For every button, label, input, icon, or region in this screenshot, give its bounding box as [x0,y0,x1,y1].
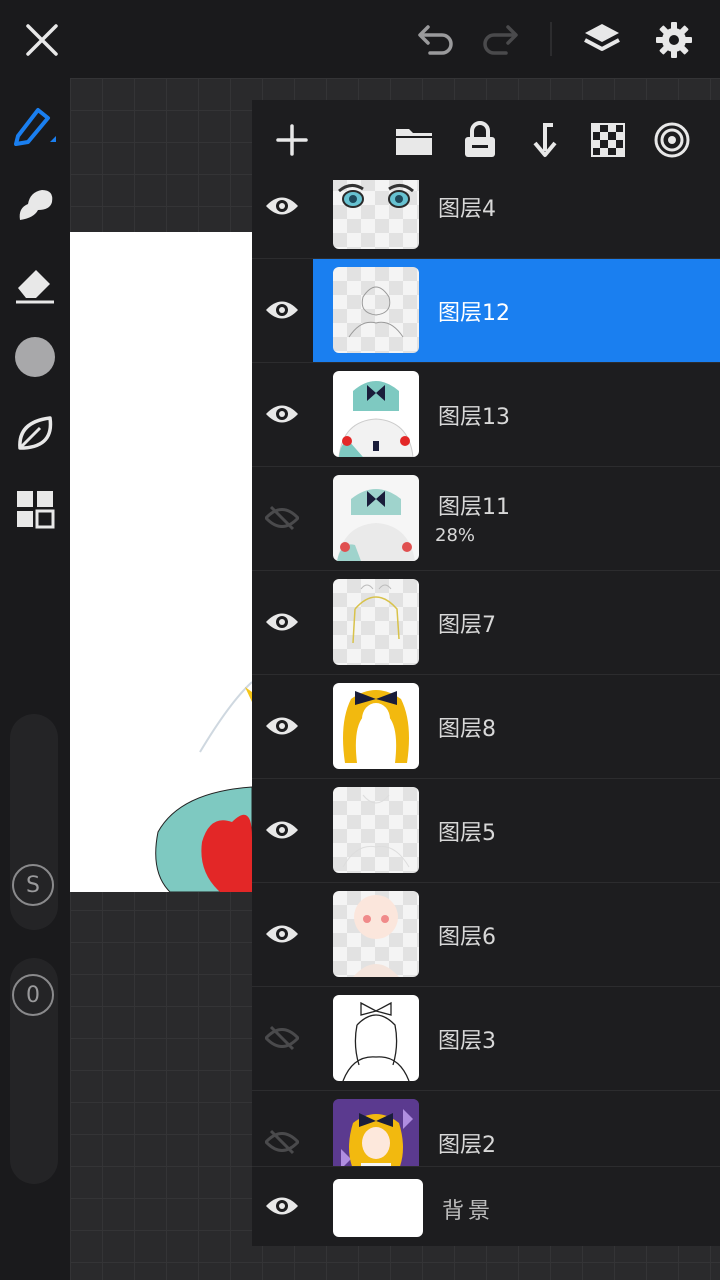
eye-hidden-icon[interactable] [262,1013,302,1063]
pen-tool-icon[interactable] [10,100,60,150]
layer-name: 图层12 [438,301,510,326]
layer-row[interactable]: 图层8 [252,674,720,778]
background-thumbnail [333,1179,423,1237]
eye-icon[interactable] [262,701,302,751]
blend-mode-icon[interactable] [650,118,694,162]
layer-thumbnail [333,475,419,561]
close-icon[interactable] [16,14,68,66]
layer-name: 图层13 [438,405,510,430]
folder-icon[interactable] [392,118,436,162]
eye-icon[interactable] [262,181,302,231]
eye-icon[interactable] [262,597,302,647]
layer-name: 图层3 [438,1029,496,1054]
left-toolbar: S 0 [0,78,70,1280]
layer-thumbnail [333,371,419,457]
eye-hidden-icon[interactable] [262,1117,302,1166]
layer-row[interactable]: 图层3 [252,986,720,1090]
layer-row[interactable]: 图层13 [252,362,720,466]
layer-name: 图层4 [438,197,496,222]
layer-row[interactable]: 图层11 28% [252,466,720,570]
layer-name: 图层2 [438,1133,496,1158]
background-layer-name: 背景 [442,1199,495,1224]
smudge-tool-icon[interactable] [10,180,60,230]
layers-toolbar [252,100,720,180]
undo-icon[interactable] [410,14,462,66]
layer-name: 图层5 [438,821,496,846]
toolbar-divider [550,22,552,56]
layer-list[interactable]: 图层4 图层12 图层13 图层11 28% 图层7 图层8 图层5 图层6 图… [252,180,720,1166]
artboard[interactable] [70,232,252,892]
eye-icon[interactable] [262,285,302,335]
layer-thumbnail [333,1099,419,1166]
background-layer-row[interactable]: 背景 [252,1166,720,1246]
opacity-slider-knob[interactable]: 0 [12,974,54,1016]
size-slider-knob[interactable]: S [12,864,54,906]
color-swatch[interactable] [10,332,60,382]
layer-row[interactable]: 图层5 [252,778,720,882]
grid-icon[interactable] [10,484,60,534]
eye-hidden-icon[interactable] [262,493,302,543]
layer-row[interactable]: 图层6 [252,882,720,986]
lock-icon[interactable] [458,118,502,162]
add-layer-icon[interactable] [270,118,314,162]
redo-icon[interactable] [474,14,526,66]
layer-thumbnail [333,787,419,873]
layer-thumbnail [333,180,419,249]
layer-name: 图层11 [438,495,510,520]
layer-row-selected[interactable]: 图层12 [252,258,720,362]
top-bar [0,0,720,78]
layer-name: 图层8 [438,717,496,742]
layer-name: 图层6 [438,925,496,950]
layer-opacity: 28% [435,525,476,546]
eye-icon[interactable] [262,909,302,959]
layer-thumbnail [333,995,419,1081]
layers-panel: 图层4 图层12 图层13 图层11 28% 图层7 图层8 图层5 图层6 图… [252,100,720,1246]
eraser-tool-icon[interactable] [10,258,60,308]
layer-name: 图层7 [438,613,496,638]
layer-thumbnail [333,683,419,769]
artwork-preview [155,681,252,892]
eye-icon[interactable] [262,389,302,439]
layers-icon[interactable] [576,14,628,66]
layer-row[interactable]: 图层4 [252,180,720,258]
layer-thumbnail [333,267,419,353]
layer-row[interactable]: 图层2 [252,1090,720,1166]
transparency-icon[interactable] [586,118,630,162]
eye-icon[interactable] [262,805,302,855]
layer-row[interactable]: 图层7 [252,570,720,674]
layer-thumbnail [333,891,419,977]
layer-thumbnail [333,579,419,665]
merge-down-icon[interactable] [522,118,566,162]
eye-icon[interactable] [262,1181,302,1231]
gear-icon[interactable] [648,14,700,66]
leaf-icon[interactable] [10,408,60,458]
